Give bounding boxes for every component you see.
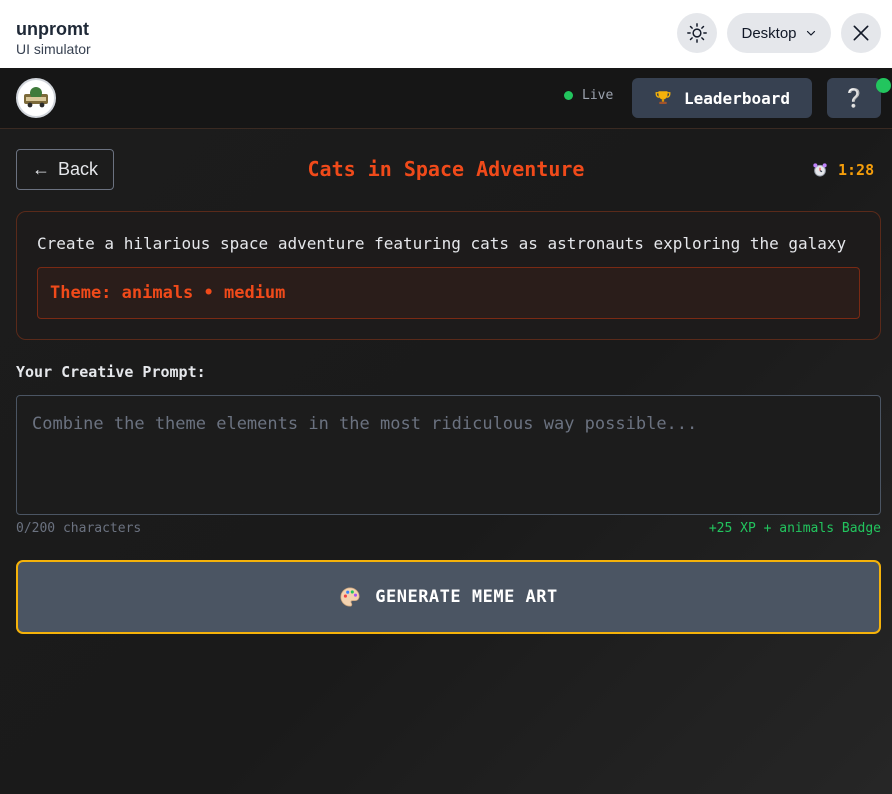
live-status: Live	[564, 88, 613, 103]
leaderboard-button[interactable]: Leaderboard	[632, 78, 812, 118]
live-indicator-dot	[564, 91, 573, 100]
close-button[interactable]	[841, 13, 881, 53]
theme-badge: Theme: animals • medium	[37, 267, 860, 319]
prompt-input[interactable]	[16, 395, 881, 515]
device-select[interactable]: Desktop	[727, 13, 831, 53]
simulator-subtitle: UI simulator	[16, 41, 91, 57]
main-content: ← Back Cats in Space Adventure 1:28 Crea…	[0, 129, 892, 794]
sun-icon	[687, 23, 707, 43]
live-label: Live	[582, 88, 614, 103]
simulator-title: unpromt	[16, 19, 89, 39]
alarm-clock-icon	[813, 163, 827, 177]
challenge-description: Create a hilarious space adventure featu…	[37, 234, 847, 253]
generate-label: GENERATE MEME ART	[375, 587, 558, 607]
theme-toggle-button[interactable]	[677, 13, 717, 53]
simulator-top-bar: unpromt UI simulator Desktop	[0, 0, 892, 68]
question-mark-icon: ❔	[842, 87, 866, 109]
device-select-label: Desktop	[741, 24, 797, 42]
character-count: 0/200 characters	[16, 521, 142, 536]
trophy-icon	[655, 91, 671, 104]
timer-value: 1:28	[838, 161, 875, 179]
app-header: Live Leaderboard ❔	[0, 68, 892, 129]
palette-icon	[340, 587, 360, 607]
challenge-title: Cats in Space Adventure	[307, 157, 585, 181]
generate-meme-art-button[interactable]: GENERATE MEME ART	[16, 560, 881, 634]
xp-reward: +25 XP + animals Badge	[708, 521, 881, 536]
challenge-card: Create a hilarious space adventure featu…	[16, 211, 881, 340]
leaderboard-label: Leaderboard	[684, 88, 790, 108]
help-button[interactable]: ❔	[827, 78, 881, 118]
close-icon	[853, 25, 869, 41]
app-logo[interactable]	[16, 78, 56, 118]
theme-line: Theme: animals • medium	[50, 283, 286, 303]
notification-dot	[876, 78, 891, 93]
logo-icon	[24, 87, 48, 108]
prompt-label: Your Creative Prompt:	[16, 363, 206, 381]
chevron-down-icon	[806, 30, 815, 36]
countdown-timer: 1:28	[812, 161, 874, 179]
